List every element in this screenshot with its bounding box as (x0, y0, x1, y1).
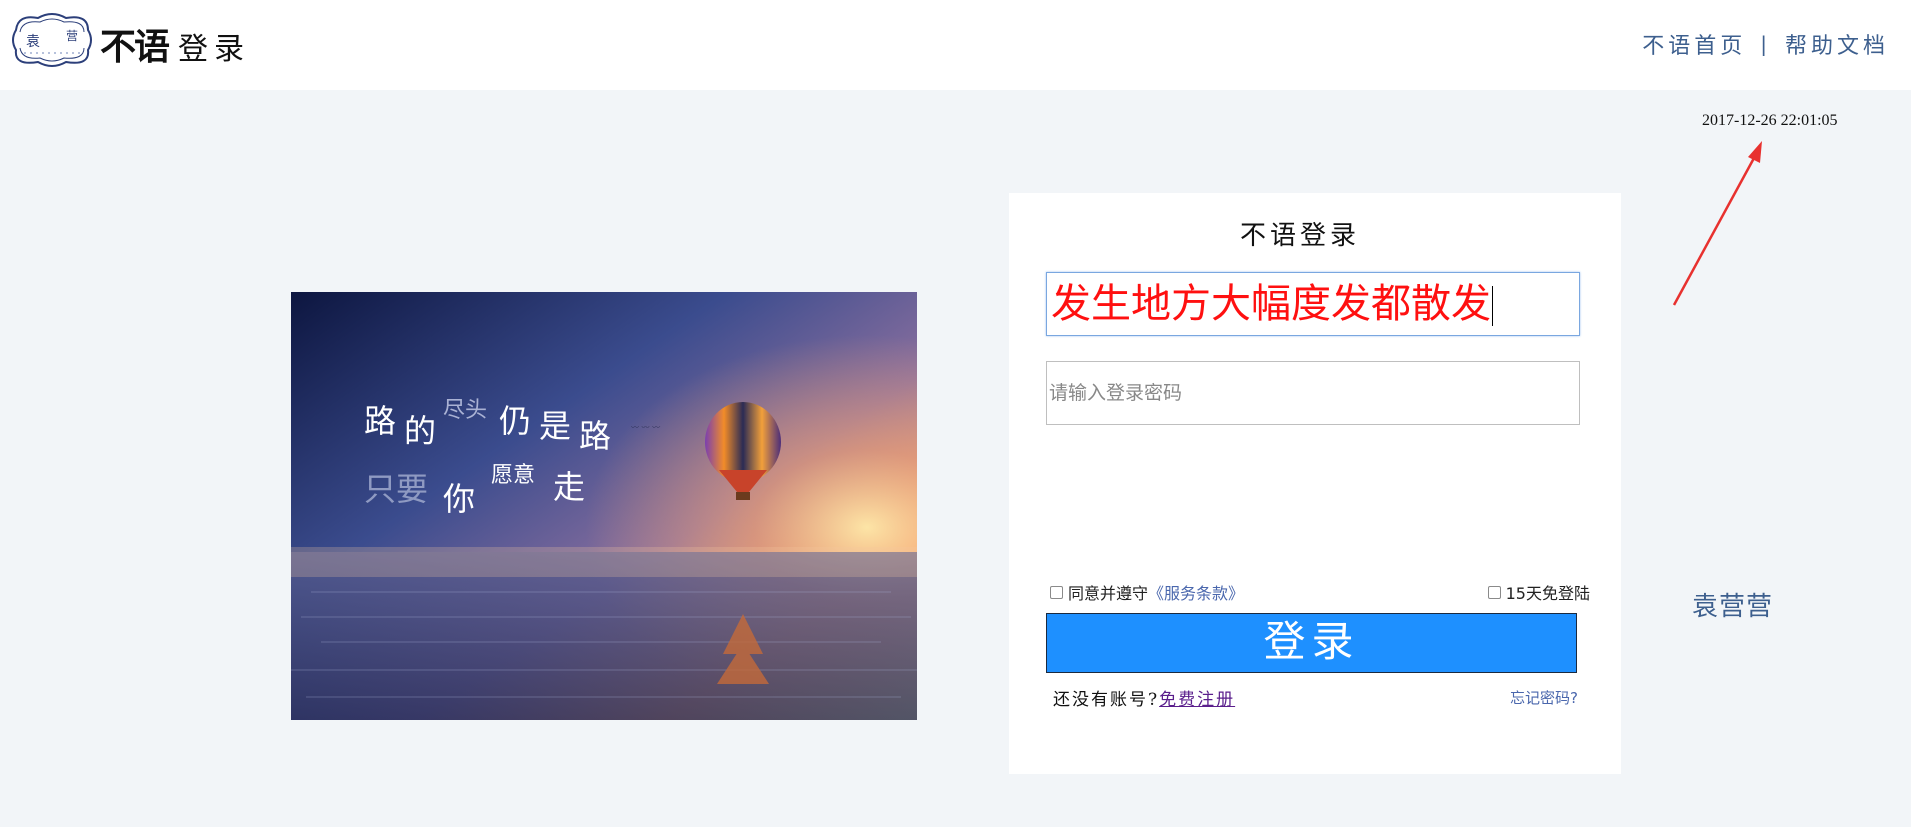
hero-word-5: 是 (539, 407, 571, 445)
hero-banner-image: 〰 〰 〰 路 的 尽头 仍 是 路 只要 你 愿意 走 (291, 292, 917, 720)
username-value: 发生地方大幅度发都散发 (1051, 281, 1493, 327)
top-header: 袁 营 不语 登录 不语首页 | 帮助文档 (0, 0, 1911, 90)
hero-word-10: 走 (553, 468, 585, 506)
badge-char-1: 袁 (26, 34, 40, 50)
logo-badge-icon: 袁 营 (12, 13, 92, 67)
remember-label: 15天免登陆 (1505, 584, 1590, 603)
agree-label: 同意并遵守 (1068, 584, 1149, 603)
datetime-display: 2017-12-26 22:01:05 (1702, 112, 1838, 129)
top-nav: 不语首页 | 帮助文档 (1642, 28, 1889, 60)
login-title: 不语登录 (1239, 221, 1360, 251)
hero-word-2: 的 (404, 412, 436, 450)
hero-word-9: 愿意 (491, 463, 535, 488)
badge-char-2: 营 (66, 29, 78, 43)
logo-title: 不语 登录 (100, 18, 250, 68)
forgot-password-link[interactable]: 忘记密码? (1510, 687, 1578, 708)
hero-word-4: 仍 (499, 402, 531, 440)
svg-text:〰 〰 〰: 〰 〰 〰 (631, 423, 660, 432)
login-card: 不语登录 发生地方大幅度发都散发 同意并遵守 《服务条款》 15天免登陆 登录 … (1009, 193, 1621, 774)
text-caret (1492, 286, 1493, 326)
register-link[interactable]: 免费注册 (1159, 690, 1235, 710)
username-field[interactable]: 发生地方大幅度发都散发 (1046, 272, 1580, 336)
agree-checkbox[interactable] (1050, 585, 1063, 599)
hero-word-8: 你 (443, 480, 475, 518)
hero-word-6: 路 (579, 417, 611, 455)
red-arrow-icon (1672, 141, 1762, 306)
register-row: 还没有账号?免费注册 (1053, 685, 1235, 710)
hero-word-3: 尽头 (443, 398, 487, 423)
no-account-label: 还没有账号? (1053, 690, 1160, 710)
nav-home-link[interactable]: 不语首页 (1642, 28, 1746, 60)
remember-option[interactable]: 15天免登陆 (1487, 580, 1590, 604)
login-button[interactable]: 登录 (1046, 613, 1577, 673)
terms-link[interactable]: 《服务条款》 (1148, 580, 1244, 604)
agree-terms-option[interactable]: 同意并遵守 《服务条款》 (1050, 580, 1244, 604)
logo-subtitle: 登录 (178, 32, 251, 67)
remember-checkbox[interactable] (1487, 585, 1501, 599)
login-options: 同意并遵守 《服务条款》 15天免登陆 (1050, 580, 1590, 604)
hero-word-7: 只要 (364, 470, 428, 508)
logo-brand: 不语 (100, 26, 170, 68)
hero-word-1: 路 (364, 402, 396, 440)
nav-help-link[interactable]: 帮助文档 (1785, 28, 1889, 60)
nav-separator: | (1760, 32, 1771, 56)
password-input[interactable] (1047, 362, 1579, 424)
password-field[interactable] (1046, 361, 1580, 425)
side-username: 袁营营 (1692, 592, 1774, 622)
